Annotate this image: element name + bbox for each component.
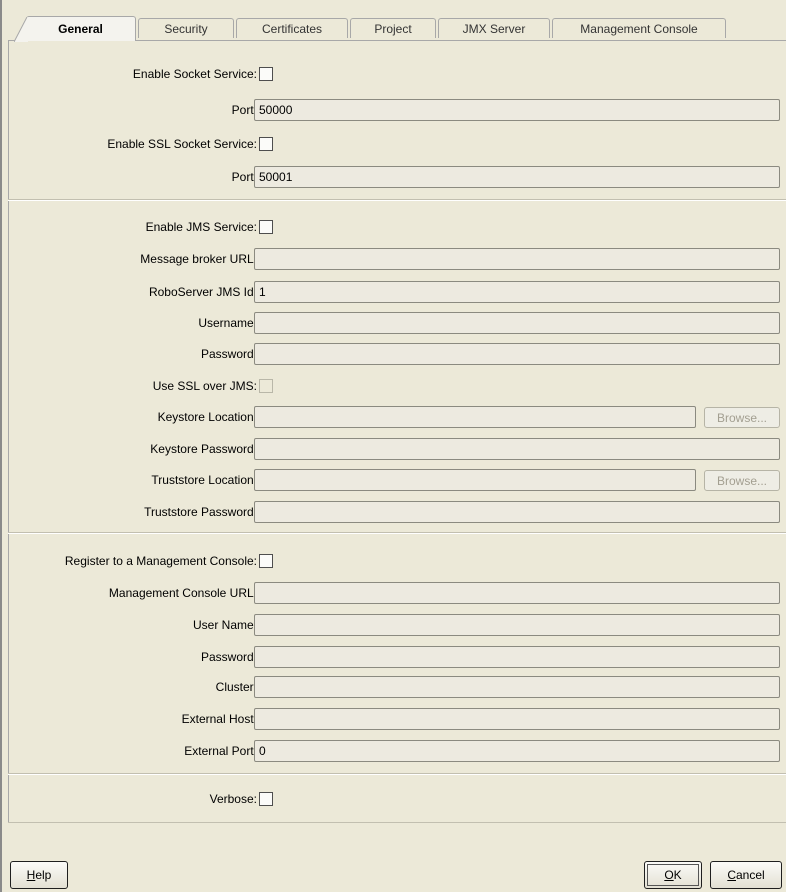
tab-general[interactable]: General xyxy=(14,16,136,42)
jms-id-input[interactable] xyxy=(254,281,780,303)
jms-password-input[interactable] xyxy=(254,343,780,365)
register-mc-row: Register to a Management Console: xyxy=(8,550,786,572)
tab-slant-decoration xyxy=(14,17,28,42)
truststore-browse-button[interactable]: Browse... xyxy=(704,470,780,491)
keystore-location-label: Keystore Location: xyxy=(157,410,257,424)
tab-label: Management Console xyxy=(580,21,698,36)
keystore-location-row: Keystore Location: Browse... xyxy=(8,406,786,428)
register-mc-checkbox[interactable] xyxy=(259,554,273,568)
tab-label: Certificates xyxy=(261,21,323,36)
mc-url-input[interactable] xyxy=(254,582,780,604)
tab-label: Security xyxy=(164,21,208,36)
enable-jms-checkbox[interactable] xyxy=(259,220,273,234)
mc-password-input[interactable] xyxy=(254,646,780,668)
help-button-label: Help xyxy=(26,868,52,882)
ssl-socket-port-row: Port: xyxy=(8,166,786,188)
general-tab-panel xyxy=(8,40,786,822)
truststore-location-input[interactable] xyxy=(254,469,696,491)
jms-ssl-checkbox[interactable] xyxy=(259,379,273,393)
cancel-button-label: Cancel xyxy=(727,868,765,882)
mc-username-label: User Name: xyxy=(192,618,257,632)
ok-button[interactable]: OK xyxy=(644,861,702,889)
truststore-location-label: Truststore Location: xyxy=(151,473,257,487)
section-divider xyxy=(8,532,786,534)
enable-socket-row: Enable Socket Service: xyxy=(8,63,786,85)
tab-strip: General Security Certificates Project JM… xyxy=(12,16,786,42)
mc-url-row: Management Console URL: xyxy=(8,582,786,604)
jms-ssl-label: Use SSL over JMS: xyxy=(152,379,257,393)
jms-username-input[interactable] xyxy=(254,312,780,334)
verbose-checkbox[interactable] xyxy=(259,792,273,806)
keystore-browse-button[interactable]: Browse... xyxy=(704,407,780,428)
mc-external-host-label: External Host: xyxy=(181,712,257,726)
socket-port-row: Port: xyxy=(8,99,786,121)
socket-port-input[interactable] xyxy=(254,99,780,121)
mc-cluster-label: Cluster: xyxy=(215,680,257,694)
broker-url-label: Message broker URL: xyxy=(140,252,257,266)
enable-jms-label: Enable JMS Service: xyxy=(145,220,257,234)
keystore-location-input[interactable] xyxy=(254,406,696,428)
enable-socket-checkbox[interactable] xyxy=(259,67,273,81)
section-divider xyxy=(8,199,786,201)
panel-bottom-border xyxy=(8,822,786,823)
truststore-password-row: Truststore Password: xyxy=(8,501,786,523)
mc-external-port-row: External Port: xyxy=(8,740,786,762)
mc-cluster-input[interactable] xyxy=(254,676,780,698)
mc-password-label: Password: xyxy=(200,650,257,664)
truststore-password-input[interactable] xyxy=(254,501,780,523)
tab-certificates[interactable]: Certificates xyxy=(236,18,348,38)
register-mc-label: Register to a Management Console: xyxy=(64,554,257,568)
enable-ssl-socket-label: Enable SSL Socket Service: xyxy=(107,137,257,151)
truststore-password-label: Truststore Password: xyxy=(144,505,257,519)
keystore-password-label: Keystore Password: xyxy=(150,442,257,456)
jms-id-row: RoboServer JMS Id: xyxy=(8,281,786,303)
jms-username-label: Username: xyxy=(198,316,257,330)
help-button[interactable]: Help xyxy=(10,861,68,889)
cancel-button[interactable]: Cancel xyxy=(710,861,782,889)
mc-username-input[interactable] xyxy=(254,614,780,636)
ok-button-label: OK xyxy=(664,868,682,882)
tab-label: General xyxy=(58,22,103,36)
jms-password-row: Password: xyxy=(8,343,786,365)
mc-external-host-row: External Host: xyxy=(8,708,786,730)
jms-ssl-row: Use SSL over JMS: xyxy=(8,375,786,397)
jms-username-row: Username: xyxy=(8,312,786,334)
mc-cluster-row: Cluster: xyxy=(8,676,786,698)
section-divider xyxy=(8,773,786,775)
mc-username-row: User Name: xyxy=(8,614,786,636)
mc-external-port-label: External Port: xyxy=(184,744,257,758)
tab-management-console[interactable]: Management Console xyxy=(552,18,726,38)
tab-security[interactable]: Security xyxy=(138,18,234,38)
verbose-label: Verbose: xyxy=(209,792,257,806)
enable-socket-label: Enable Socket Service: xyxy=(132,67,257,81)
tab-project[interactable]: Project xyxy=(350,18,436,38)
keystore-password-input[interactable] xyxy=(254,438,780,460)
jms-id-label: RoboServer JMS Id: xyxy=(148,285,257,299)
verbose-row: Verbose: xyxy=(8,788,786,810)
jms-password-label: Password: xyxy=(200,347,257,361)
tab-jmx-server[interactable]: JMX Server xyxy=(438,18,550,38)
mc-password-row: Password: xyxy=(8,646,786,668)
enable-ssl-socket-checkbox[interactable] xyxy=(259,137,273,151)
mc-external-port-input[interactable] xyxy=(254,740,780,762)
enable-jms-row: Enable JMS Service: xyxy=(8,216,786,238)
keystore-password-row: Keystore Password: xyxy=(8,438,786,460)
broker-url-input[interactable] xyxy=(254,248,780,270)
tab-label: Project xyxy=(374,21,412,36)
tab-label: JMX Server xyxy=(462,21,526,36)
window-left-border xyxy=(0,0,2,892)
truststore-location-row: Truststore Location: Browse... xyxy=(8,469,786,491)
broker-url-row: Message broker URL: xyxy=(8,248,786,270)
ssl-socket-port-input[interactable] xyxy=(254,166,780,188)
mc-external-host-input[interactable] xyxy=(254,708,780,730)
mc-url-label: Management Console URL: xyxy=(108,586,257,600)
enable-ssl-socket-row: Enable SSL Socket Service: xyxy=(8,133,786,155)
